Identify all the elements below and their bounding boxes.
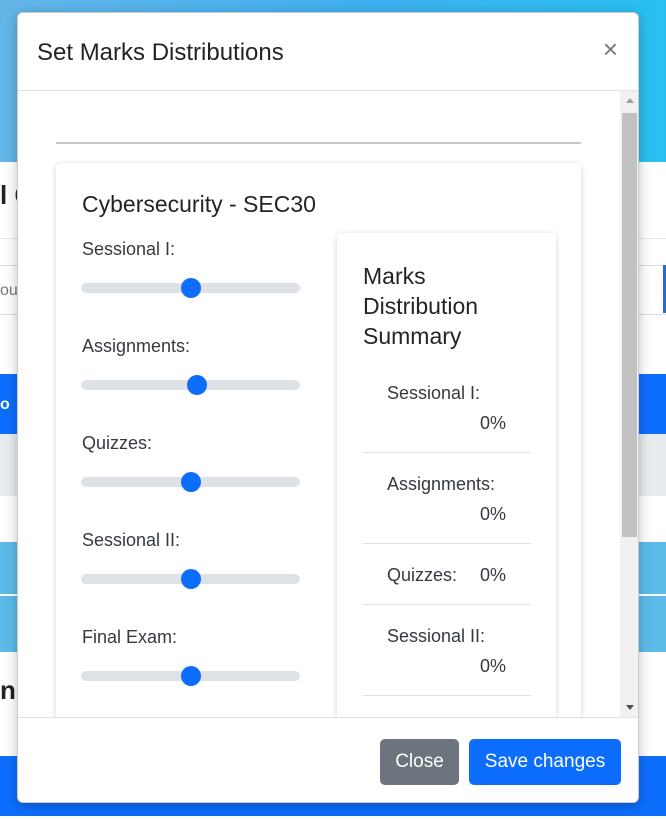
scrollbar[interactable] [620, 91, 638, 717]
slider-label-sessional-1: Sessional I: [82, 239, 176, 259]
slider-label-quizzes: Quizzes: [82, 433, 153, 453]
assignments-slider[interactable] [81, 375, 300, 395]
scroll-down-arrow-icon[interactable] [626, 705, 634, 710]
slider-label-sessional-2: Sessional II: [82, 530, 181, 550]
modal-body: Cybersecurity - SEC30 Sessional I: Assig… [18, 91, 638, 717]
summary-row: Assignments: 0% [363, 453, 531, 544]
background-bar-fragment: o [0, 396, 10, 413]
slider-label-final-exam: Final Exam: [82, 627, 178, 647]
modal-title: Set Marks Distributions [37, 39, 284, 66]
divider [56, 142, 581, 144]
summary-row: Sessional II: 0% [363, 605, 531, 696]
slider-thumb[interactable] [180, 472, 201, 492]
marks-distribution-modal: Set Marks Distributions × Cybersecurity … [17, 12, 639, 803]
slider-thumb[interactable] [180, 569, 201, 589]
close-button[interactable]: Close [380, 739, 459, 785]
course-title: Cybersecurity - SEC30 [82, 191, 316, 217]
summary-value: 0% [479, 656, 506, 676]
slider-thumb[interactable] [187, 375, 208, 395]
summary-value: 0% [479, 413, 506, 433]
course-card: Cybersecurity - SEC30 Sessional I: Assig… [56, 163, 581, 717]
scroll-up-arrow-icon[interactable] [626, 98, 634, 103]
summary-row: Quizzes: 0% [363, 544, 531, 605]
slider-thumb[interactable] [180, 666, 201, 686]
quizzes-slider[interactable] [81, 472, 300, 492]
summary-title: Marks Distribution Summary [363, 263, 479, 349]
marks-summary-panel: Marks Distribution Summary Sessional I: … [337, 233, 556, 717]
slider-label-assignments: Assignments: [82, 336, 191, 356]
modal-header: Set Marks Distributions × [18, 13, 638, 91]
summary-value: 0% [479, 565, 506, 585]
summary-row: Sessional I: 0% [363, 373, 531, 453]
close-icon[interactable]: × [603, 35, 618, 63]
sessional-1-slider[interactable] [81, 278, 300, 298]
modal-footer: Close Save changes [18, 717, 638, 802]
summary-value: 0% [479, 504, 506, 524]
final-exam-slider[interactable] [81, 666, 300, 686]
summary-label: Sessional II: [387, 626, 486, 646]
save-changes-button[interactable]: Save changes [469, 739, 621, 785]
slider-thumb[interactable] [180, 278, 201, 298]
summary-label: Sessional I: [387, 383, 481, 403]
background-input-fragment: ou [0, 282, 18, 299]
sessional-2-slider[interactable] [81, 569, 300, 589]
scrollbar-thumb[interactable] [622, 113, 637, 537]
summary-label: Quizzes: [387, 565, 458, 585]
summary-label: Assignments: [387, 474, 496, 494]
